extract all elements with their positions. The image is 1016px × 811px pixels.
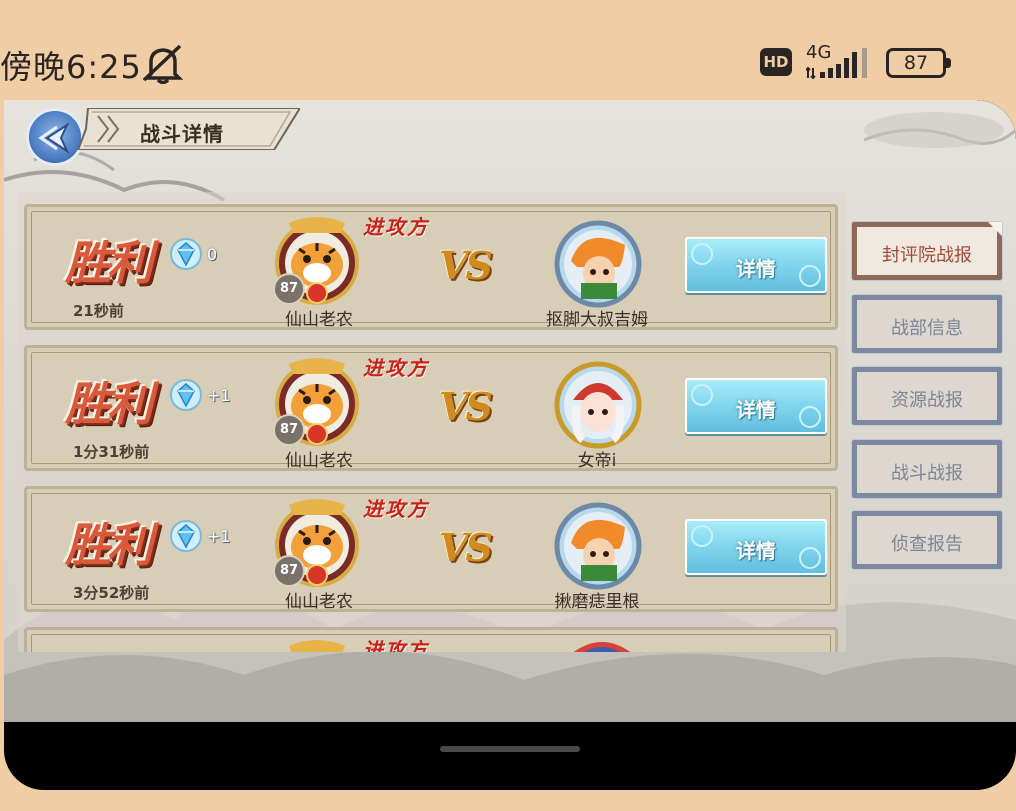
record-time: 21秒前 xyxy=(73,302,124,320)
side-tab[interactable]: 资源战报 xyxy=(851,366,1003,426)
mute-notifications-icon xyxy=(142,44,184,84)
detail-button-label: 详情 xyxy=(736,257,776,281)
defender-avatar-icon xyxy=(554,502,642,590)
side-tab[interactable]: 侦查报告 xyxy=(851,510,1003,570)
battery-icon: 87 xyxy=(886,48,951,78)
battle-record-list[interactable]: 胜利 0 21秒前 87 进攻方 仙山老农 VS 抠脚大叔吉姆 详情 胜利 +1… xyxy=(18,192,846,652)
status-time: 傍晚6:25 xyxy=(0,48,142,86)
detail-button[interactable]: 详情 xyxy=(685,378,827,434)
battery-level: 87 xyxy=(903,52,929,74)
detail-button[interactable]: 详情 xyxy=(685,237,827,293)
attacker-name: 仙山老农 xyxy=(285,592,353,612)
row-border xyxy=(31,634,831,652)
attacker-tag: 进攻方 xyxy=(363,215,429,239)
player-level-badge: 87 xyxy=(273,273,305,305)
status-bar: 傍晚6:25 HD 4G 87 xyxy=(0,0,1016,100)
battle-record-row: 胜利 +1 1分31秒前 87 进攻方 仙山老农 VS 女帝i 详情 xyxy=(24,345,838,471)
back-button[interactable] xyxy=(26,108,84,166)
diamond-icon xyxy=(170,379,202,411)
page-title: 战斗详情 xyxy=(140,122,224,146)
attacker-name: 仙山老农 xyxy=(285,310,353,330)
game-screen: 战斗详情 胜利 0 21秒前 87 进攻方 仙山老农 VS 抠脚大叔吉姆 详情 … xyxy=(4,100,1016,722)
home-indicator[interactable] xyxy=(440,746,580,752)
attacker-name: 仙山老农 xyxy=(285,451,353,471)
diamond-icon xyxy=(170,238,202,270)
victory-stamp: 胜利 xyxy=(65,377,153,431)
player-level-badge: 87 xyxy=(273,414,305,446)
detail-button-label: 详情 xyxy=(736,539,776,563)
tiger-avatar-icon xyxy=(289,640,345,652)
attacker-tag: 进攻方 xyxy=(363,497,429,521)
record-time: 1分31秒前 xyxy=(73,443,150,461)
defender-avatar-icon xyxy=(554,220,642,308)
detail-button-label: 详情 xyxy=(736,398,776,422)
hd-badge-icon: HD xyxy=(760,48,792,76)
side-tab-label: 侦查报告 xyxy=(891,534,963,555)
diamond-count: +1 xyxy=(207,386,231,405)
game-window: 战斗详情 胜利 0 21秒前 87 进攻方 仙山老农 VS 抠脚大叔吉姆 详情 … xyxy=(4,100,1016,790)
cellular-signal-icon: 4G xyxy=(806,42,876,82)
player-level-badge: 87 xyxy=(273,555,305,587)
victory-stamp: 胜利 xyxy=(65,518,153,572)
page-fold-icon xyxy=(988,222,1002,236)
defender-name: 女帝i xyxy=(577,451,617,471)
versus-label: VS xyxy=(439,384,493,429)
side-tab-label: 战斗战报 xyxy=(891,463,963,484)
attacker-tag: 进攻方 xyxy=(363,638,429,652)
versus-label: VS xyxy=(439,243,493,288)
side-tab-label: 资源战报 xyxy=(891,390,963,411)
defender-name: 揪磨痣里根 xyxy=(554,592,640,612)
back-arrow-icon xyxy=(38,122,70,154)
defender-avatar-icon xyxy=(573,642,631,652)
diamond-count: +1 xyxy=(207,527,231,546)
versus-label: VS xyxy=(439,525,493,570)
record-time: 3分52秒前 xyxy=(73,584,150,602)
side-tab[interactable]: 战斗战报 xyxy=(851,439,1003,499)
battle-record-row: 胜利 0 21秒前 87 进攻方 仙山老农 VS 抠脚大叔吉姆 详情 xyxy=(24,204,838,330)
victory-stamp: 胜利 xyxy=(65,236,153,290)
defender-avatar-icon xyxy=(554,361,642,449)
battle-record-row: 进攻方 xyxy=(24,627,838,652)
side-tab-label: 封评院战报 xyxy=(882,245,972,266)
side-tab-label: 战部信息 xyxy=(891,318,963,339)
defender-name: 抠脚大叔吉姆 xyxy=(546,310,648,330)
battle-record-row: 胜利 +1 3分52秒前 87 进攻方 仙山老农 VS 揪磨痣里根 详情 xyxy=(24,486,838,612)
attacker-tag: 进攻方 xyxy=(363,356,429,380)
diamond-icon xyxy=(170,520,202,552)
detail-button[interactable]: 详情 xyxy=(685,519,827,575)
signal-bars-icon xyxy=(806,48,867,80)
side-tab[interactable]: 封评院战报 xyxy=(851,221,1003,281)
side-tab[interactable]: 战部信息 xyxy=(851,294,1003,354)
diamond-count: 0 xyxy=(207,245,218,264)
